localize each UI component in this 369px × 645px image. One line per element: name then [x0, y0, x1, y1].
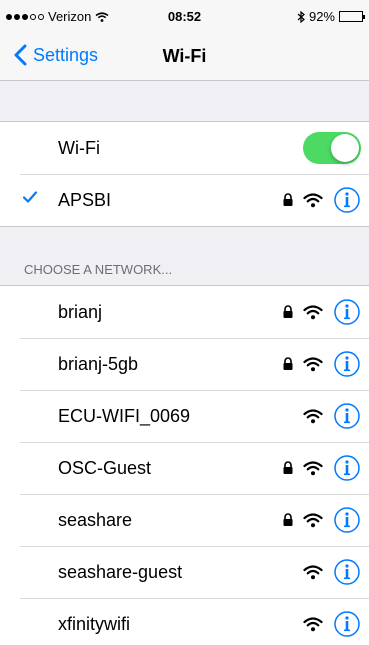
battery-percent: 92%	[308, 9, 335, 24]
network-icons	[281, 454, 361, 482]
network-list: brianj brianj-5gb ECU-WIFI_0069 OSC-Guest se…	[0, 285, 369, 645]
network-row[interactable]: seashare	[0, 494, 369, 546]
info-icon[interactable]	[333, 298, 361, 326]
wifi-icon	[303, 408, 323, 423]
info-icon[interactable]	[333, 610, 361, 638]
top-bar: Verizon 08:52 92% Settings Wi-Fi	[0, 0, 369, 81]
network-icons	[281, 506, 361, 534]
network-row[interactable]: xfinitywifi	[0, 598, 369, 645]
connected-network-row[interactable]: APSBI	[0, 174, 369, 226]
network-icons	[281, 350, 361, 378]
page-title: Wi-Fi	[162, 46, 207, 66]
connected-network-icons	[281, 186, 361, 214]
checkmark-icon	[22, 191, 38, 203]
wifi-label: Wi-Fi	[58, 137, 100, 158]
network-icons	[281, 298, 361, 326]
wifi-group: Wi-Fi APSBI	[0, 121, 369, 227]
network-row[interactable]: ECU-WIFI_0069	[0, 390, 369, 442]
info-icon[interactable]	[333, 350, 361, 378]
wifi-icon	[303, 512, 323, 527]
network-row[interactable]: brianj	[0, 286, 369, 338]
network-row[interactable]: OSC-Guest	[0, 442, 369, 494]
network-name: brianj	[58, 301, 103, 322]
bluetooth-icon	[297, 10, 305, 23]
wifi-toggle-row: Wi-Fi	[0, 122, 369, 174]
network-row[interactable]: brianj-5gb	[0, 338, 369, 390]
info-icon[interactable]	[333, 454, 361, 482]
info-icon[interactable]	[333, 186, 361, 214]
lock-icon	[283, 193, 293, 206]
wifi-icon	[303, 616, 323, 631]
network-name: xfinitywifi	[58, 613, 131, 634]
network-icons	[281, 610, 361, 638]
network-name: seashare-guest	[58, 561, 183, 582]
section-header: CHOOSE A NETWORK...	[24, 262, 173, 277]
info-icon[interactable]	[333, 558, 361, 586]
network-name: OSC-Guest	[58, 457, 152, 478]
wifi-icon	[303, 564, 323, 579]
info-icon[interactable]	[333, 506, 361, 534]
lock-icon	[283, 461, 293, 474]
wifi-toggle[interactable]	[303, 132, 361, 164]
lock-icon	[283, 513, 293, 526]
network-name: seashare	[58, 509, 133, 530]
status-bar: Verizon 08:52 92%	[0, 0, 369, 36]
battery-icon	[339, 11, 365, 22]
wifi-icon	[303, 356, 323, 371]
network-icons	[281, 402, 361, 430]
lock-icon	[283, 357, 293, 370]
wifi-icon	[303, 304, 323, 319]
network-icons	[281, 558, 361, 586]
wifi-icon	[303, 192, 323, 207]
network-name: ECU-WIFI_0069	[58, 405, 191, 426]
info-icon[interactable]	[333, 402, 361, 430]
toggle-knob	[331, 134, 359, 162]
navigation-bar: Settings Wi-Fi	[0, 36, 369, 80]
status-right: 92%	[297, 9, 365, 24]
wifi-icon	[303, 460, 323, 475]
network-name: brianj-5gb	[58, 353, 139, 374]
lock-icon	[283, 305, 293, 318]
connected-network-name: APSBI	[58, 189, 112, 210]
network-row[interactable]: seashare-guest	[0, 546, 369, 598]
